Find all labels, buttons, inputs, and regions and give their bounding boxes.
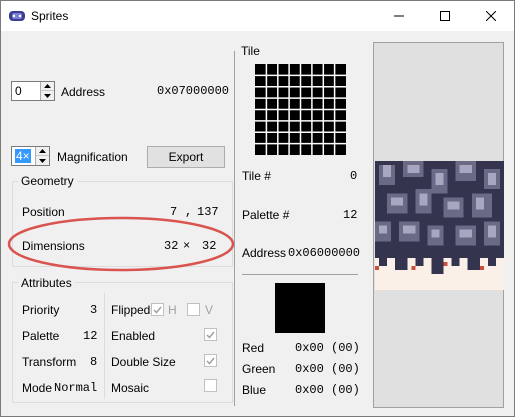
mosaic-label: Mosaic	[111, 381, 150, 395]
checkmark-icon	[206, 331, 215, 339]
title-bar: Sprites	[1, 1, 514, 31]
window-title: Sprites	[31, 9, 69, 23]
tile-address-label: Address	[242, 246, 287, 260]
red-value: 0x00 (00)	[295, 341, 360, 355]
green-label: Green	[242, 362, 276, 376]
double-size-label: Double Size	[111, 355, 176, 369]
tile-separator	[242, 274, 358, 275]
address-spin-down-button[interactable]	[41, 91, 54, 100]
magnification-spinbox[interactable]: 4×	[11, 146, 50, 166]
double-size-checkbox[interactable]	[204, 354, 217, 367]
flip-v-label: V	[205, 303, 214, 317]
maximize-icon	[440, 11, 450, 21]
dimensions-highlight-ellipse	[7, 216, 235, 272]
magnification-spin-value: 4×	[15, 149, 31, 163]
flipped-label: Flipped	[111, 303, 151, 317]
blue-value: 0x00 (00)	[295, 383, 360, 397]
mode-value: Normal	[54, 381, 98, 395]
export-button[interactable]: Export	[147, 146, 225, 168]
attributes-divider	[104, 293, 105, 399]
tile-number-value: 0	[350, 169, 358, 183]
blue-label: Blue	[242, 383, 267, 397]
close-icon	[486, 11, 496, 21]
close-button[interactable]	[468, 1, 514, 31]
flip-h-checkbox[interactable]	[151, 303, 164, 316]
flip-h-label: H	[168, 303, 177, 317]
arrow-up-icon	[39, 149, 46, 153]
address-spin-value: 0	[15, 84, 22, 98]
enabled-label: Enabled	[111, 329, 156, 343]
address-label: Address	[61, 85, 106, 99]
arrow-down-icon	[39, 158, 46, 163]
minimize-icon	[394, 15, 404, 17]
attributes-title: Attributes	[18, 276, 75, 290]
tile-left-border	[234, 51, 235, 406]
enabled-checkbox[interactable]	[204, 328, 217, 341]
tile-title: Tile	[241, 44, 260, 58]
magnification-spin-down-button[interactable]	[36, 156, 49, 165]
address-spin-up-button[interactable]	[41, 82, 54, 91]
sprite-preview[interactable]	[375, 161, 504, 290]
tile-number-label: Tile #	[242, 169, 271, 183]
palette-number-value: 12	[343, 208, 358, 222]
magnification-spin-arrows	[35, 147, 49, 165]
arrow-up-icon	[44, 84, 51, 88]
magnification-spin-up-button[interactable]	[36, 147, 49, 156]
arrow-down-icon	[44, 93, 51, 98]
geometry-title: Geometry	[18, 174, 77, 188]
red-label: Red	[242, 341, 265, 355]
transform-value: 8	[90, 355, 98, 369]
palette-value: 12	[83, 329, 98, 343]
color-swatch	[275, 283, 325, 333]
transform-label: Transform	[22, 355, 77, 369]
export-button-label: Export	[168, 150, 204, 164]
palette-number-label: Palette #	[242, 208, 290, 222]
sprite-list-panel[interactable]	[373, 42, 504, 408]
magnification-label: Magnification	[57, 150, 128, 164]
sprites-window: Sprites 0 Address 0x07000000 4× Magnific…	[0, 0, 515, 417]
minimize-button[interactable]	[376, 1, 422, 31]
tile-preview-grid	[255, 64, 346, 155]
address-spin-arrows	[40, 82, 54, 100]
address-spinbox[interactable]: 0	[11, 81, 55, 101]
address-value: 0x07000000	[157, 84, 230, 98]
checkmark-icon	[206, 357, 215, 365]
maximize-button[interactable]	[422, 1, 468, 31]
priority-value: 3	[90, 303, 98, 317]
flip-v-checkbox[interactable]	[187, 303, 200, 316]
green-value: 0x00 (00)	[295, 362, 360, 376]
palette-label: Palette	[22, 329, 60, 343]
mosaic-checkbox[interactable]	[204, 379, 217, 392]
tile-address-value: 0x06000000	[288, 246, 361, 260]
mode-label: Mode	[22, 381, 53, 395]
checkmark-icon	[153, 306, 162, 314]
priority-label: Priority	[22, 303, 60, 317]
app-icon	[9, 11, 25, 21]
